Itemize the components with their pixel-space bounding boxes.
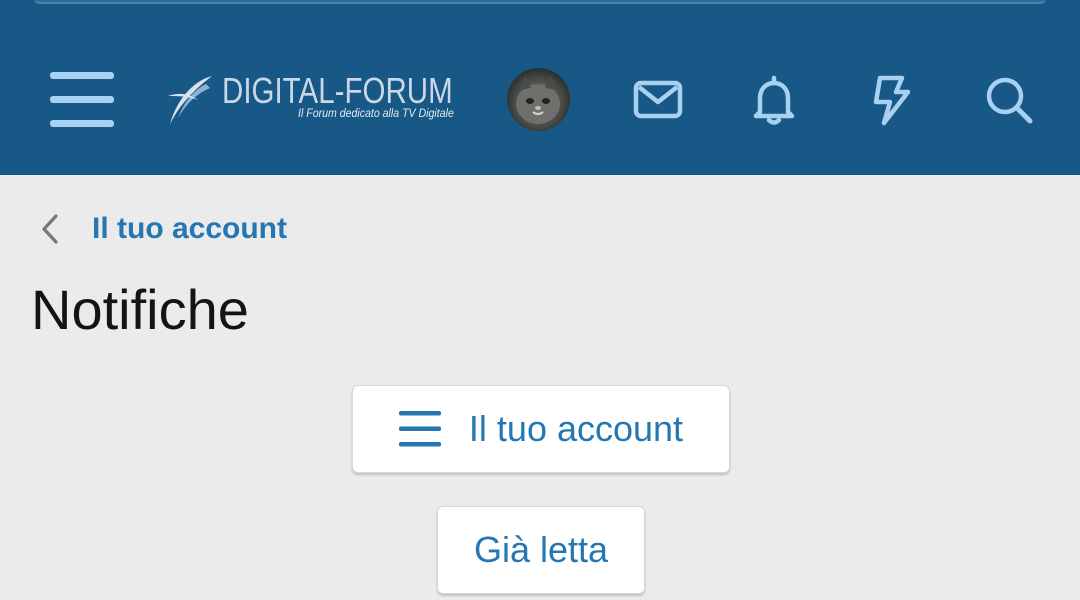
mark-read-button[interactable]: Già letta bbox=[437, 506, 645, 594]
mark-read-label: Già letta bbox=[473, 529, 609, 570]
bolt-icon[interactable] bbox=[866, 74, 918, 126]
logo-brand-right: FORUM bbox=[344, 70, 453, 111]
logo-brand-left: DIGITAL bbox=[222, 70, 335, 111]
bell-icon[interactable] bbox=[748, 74, 800, 126]
app-header: DIGITAL-FORUM Il Forum dedicato alla TV … bbox=[0, 0, 1080, 175]
logo-wordmark: DIGITAL-FORUM bbox=[222, 70, 453, 112]
breadcrumb-link-account[interactable]: Il tuo account bbox=[92, 212, 287, 246]
menu-icon bbox=[398, 411, 441, 447]
envelope-icon[interactable] bbox=[632, 74, 684, 126]
logo-swoosh-icon bbox=[168, 76, 212, 124]
site-logo[interactable]: DIGITAL-FORUM Il Forum dedicato alla TV … bbox=[166, 70, 466, 130]
breadcrumb: Il tuo account bbox=[36, 206, 287, 252]
logo-tagline: Il Forum dedicato alla TV Digitale bbox=[298, 108, 454, 120]
account-menu-label: Il tuo account bbox=[468, 408, 684, 449]
top-search-strip bbox=[34, 0, 1046, 4]
account-menu-button[interactable]: Il tuo account bbox=[352, 385, 730, 473]
avatar[interactable] bbox=[507, 68, 570, 131]
menu-icon[interactable] bbox=[50, 72, 114, 128]
logo-brand-dash: - bbox=[334, 70, 345, 111]
page-title: Notifiche bbox=[31, 278, 249, 341]
search-icon[interactable] bbox=[983, 74, 1035, 126]
chevron-left-icon[interactable] bbox=[36, 206, 66, 252]
